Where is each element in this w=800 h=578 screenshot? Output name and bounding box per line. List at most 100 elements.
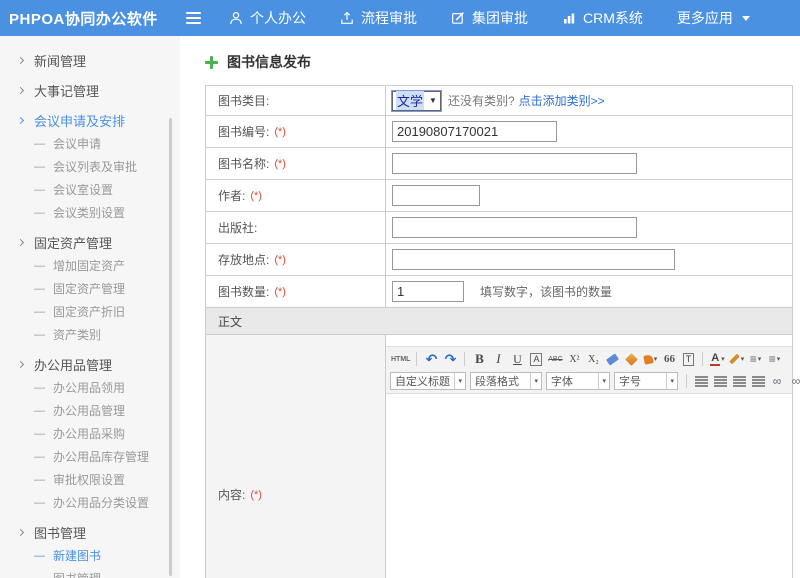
undo-icon[interactable]: ↶ [422,350,440,368]
unlink-button[interactable]: ∞ [787,372,800,390]
sidebar-group-events[interactable]: 大事记管理 [0,78,180,102]
sidebar-item-asset-manage[interactable]: 固定资产管理 [0,277,180,300]
category-select[interactable]: 文学 ▼ [392,91,441,111]
publisher-input[interactable] [392,217,637,238]
form-row-content: 内容: (*) HTML ↶ ↷ B I U [206,335,792,578]
book-form: 图书类目: 文学 ▼ 还没有类别? 点击添加类别>> 图书编号: (*) [205,85,793,578]
italic-button[interactable]: I [489,350,507,368]
eraser-button[interactable] [603,350,621,368]
sidebar-item-label: 会议类别设置 [53,204,125,221]
sidebar-item-meeting-type[interactable]: 会议类别设置 [0,201,180,224]
superscript-button[interactable]: X² [565,350,583,368]
topbar: PHPOA协同办公软件 个人办公 流程审批 [0,0,800,36]
book-code-input[interactable] [392,121,557,142]
paragraph-format-select[interactable]: 段落格式▾ [470,372,542,390]
unordered-list-button[interactable]: ≡▾ [765,350,783,368]
sidebar-item-asset-category[interactable]: 资产类别 [0,323,180,346]
nav-crm-system[interactable]: CRM系统 [562,8,643,28]
subscript-button[interactable]: X₂ [584,350,602,368]
quantity-label: 图书数量: (*) [206,276,386,307]
sidebar-item-meeting-apply[interactable]: 会议申请 [0,132,180,155]
sidebar-item-new-book[interactable]: 新建图书 [0,544,180,567]
sidebar-group-fixed-assets[interactable]: 固定资产管理 [0,230,180,254]
add-category-link[interactable]: 点击添加类别>> [519,92,605,109]
nav-label: 个人办公 [250,8,306,28]
top-navigation: 个人办公 流程审批 集团审批 [229,8,750,28]
sidebar-item-approval-permission[interactable]: 审批权限设置 [0,468,180,491]
underline-button[interactable]: U [508,350,526,368]
font-color-button[interactable]: A▾ [708,350,726,368]
paste-plain-text-button[interactable]: T [683,353,695,366]
author-input[interactable] [392,185,480,206]
sidebar-item-meeting-room[interactable]: 会议室设置 [0,178,180,201]
phpoa-app-window: PHPOA协同办公软件 个人办公 流程审批 [0,0,800,578]
sidebar-item-label: 办公用品领用 [53,379,125,396]
dropdown-arrow-icon: ▾ [777,355,781,363]
sidebar-scrollbar[interactable] [169,118,172,576]
compose-icon [451,11,465,25]
form-row-name: 图书名称: (*) [206,148,792,180]
format-brush-icon [643,354,654,365]
align-right-button[interactable] [730,372,748,390]
clean-format-button[interactable] [622,350,640,368]
broom-icon [625,353,638,366]
nav-group-approval[interactable]: 集团审批 [451,8,528,28]
bold-button[interactable]: B [470,350,488,368]
font-family-select[interactable]: 字体▾ [546,372,610,390]
sidebar-item-label: 办公用品采购 [53,425,125,442]
sidebar-group-label: 新闻管理 [34,51,86,70]
main-content: 图书信息发布 图书类目: 文学 ▼ 还没有类别? 点击添加类别>> 图 [180,36,800,578]
sidebar-item-supplies-claim[interactable]: 办公用品领用 [0,376,180,399]
font-color-icon: A [710,352,720,366]
format-brush-button[interactable]: ▾ [641,350,659,368]
menu-toggle-button[interactable] [182,8,205,28]
location-label: 存放地点: (*) [206,244,386,275]
sidebar-item-supplies-stock[interactable]: 办公用品库存管理 [0,445,180,468]
editor-content-area[interactable] [386,394,792,578]
required-mark: (*) [274,158,286,170]
nav-personal-office[interactable]: 个人办公 [229,8,306,28]
ordered-list-button[interactable]: ≡▾ [746,350,764,368]
dropdown-arrow-icon: ▾ [530,373,541,389]
sidebar-item-supplies-purchase[interactable]: 办公用品采购 [0,422,180,445]
nav-workflow-approval[interactable]: 流程审批 [340,8,417,28]
font-size-select[interactable]: 字号▾ [614,372,678,390]
insert-link-button[interactable]: ∞ [768,372,786,390]
author-label: 作者: (*) [206,180,386,211]
page-title: 图书信息发布 [227,52,311,72]
sidebar-item-supplies-manage[interactable]: 办公用品管理 [0,399,180,422]
strikethrough-button[interactable]: ABC [546,350,564,368]
chevron-right-icon [17,238,24,245]
sidebar-item-book-manage[interactable]: 图书管理 [0,567,180,578]
location-input[interactable] [392,249,675,270]
sidebar-group-office-supplies[interactable]: 办公用品管理 [0,352,180,376]
sidebar-group-books[interactable]: 图书管理 [0,520,180,544]
html-source-button[interactable]: HTML [390,350,411,368]
sidebar-item-meeting-list[interactable]: 会议列表及审批 [0,155,180,178]
category-hint: 还没有类别? [448,92,515,109]
eraser-icon [606,353,619,365]
dropdown-arrow-icon: ▾ [454,373,465,389]
font-border-button[interactable]: A [530,353,542,366]
sidebar-item-label: 增加固定资产 [53,257,125,274]
sidebar-item-supplies-category[interactable]: 办公用品分类设置 [0,491,180,514]
chevron-right-icon [17,56,24,63]
highlight-color-button[interactable]: ▾ [727,350,745,368]
blockquote-button[interactable]: 66 [660,350,678,368]
book-name-input[interactable] [392,153,637,174]
name-label: 图书名称: (*) [206,148,386,179]
align-justify-button[interactable] [749,372,767,390]
quantity-input[interactable] [392,281,464,302]
sidebar-group-meeting[interactable]: 会议申请及安排 [0,108,180,132]
nav-more-apps[interactable]: 更多应用 [677,8,750,28]
align-center-button[interactable] [711,372,729,390]
sidebar-item-add-asset[interactable]: 增加固定资产 [0,254,180,277]
required-mark: (*) [274,254,286,266]
redo-icon[interactable]: ↷ [441,350,459,368]
sidebar-group-news[interactable]: 新闻管理 [0,48,180,72]
sidebar-item-asset-depreciation[interactable]: 固定资产折旧 [0,300,180,323]
required-mark: (*) [250,489,262,501]
sidebar-item-label: 审批权限设置 [53,471,125,488]
heading-style-select[interactable]: 自定义标题▾ [390,372,466,390]
align-left-button[interactable] [692,372,710,390]
